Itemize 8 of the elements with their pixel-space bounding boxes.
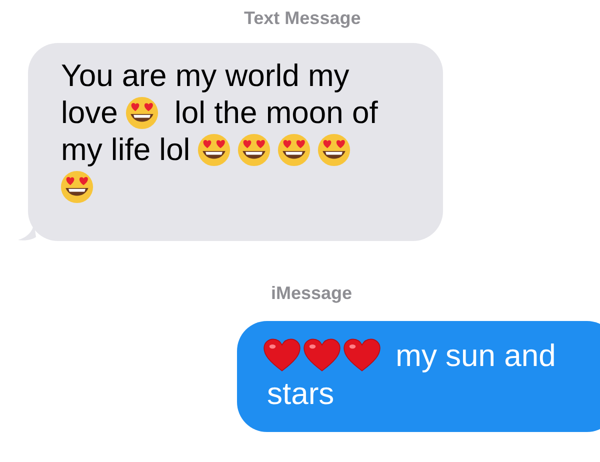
message-text: lol the moon of [174,95,378,130]
service-label: iMessage [271,282,352,305]
message-text: my life lol [61,132,190,167]
message-text: You are my world my [61,58,350,93]
message-text: stars [267,376,334,411]
message-text: my sun and [396,338,556,373]
service-label: Text Message [244,7,361,30]
message-text: love [61,95,118,130]
